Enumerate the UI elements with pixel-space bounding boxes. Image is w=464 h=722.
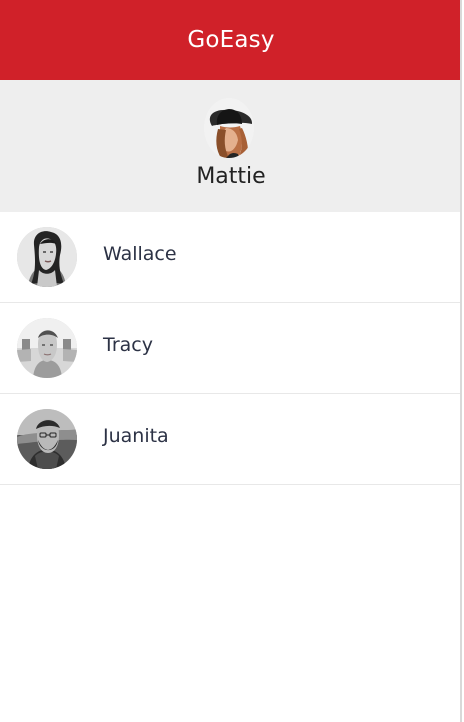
chat-app: GoEasy Mattie Wallace Tracy Juanita (0, 0, 462, 722)
contact-list-item[interactable]: Tracy (0, 303, 462, 394)
hat-woman-avatar-icon (204, 98, 254, 158)
app-title: GoEasy (187, 27, 275, 53)
app-header: GoEasy (0, 0, 462, 80)
current-user-name: Mattie (196, 164, 266, 189)
current-user-panel: Mattie (0, 80, 462, 212)
contact-name: Juanita (103, 425, 169, 447)
tracy-avatar-icon (17, 318, 77, 378)
contact-name: Wallace (103, 243, 177, 265)
current-user-avatar[interactable] (204, 98, 254, 158)
contact-list-item[interactable]: Juanita (0, 394, 462, 485)
contact-list-item[interactable]: Wallace (0, 212, 462, 303)
wallace-avatar-icon (17, 227, 77, 287)
contact-list: Wallace Tracy Juanita (0, 212, 462, 485)
contact-avatar (17, 227, 77, 287)
juanita-avatar-icon (17, 409, 77, 469)
contact-name: Tracy (103, 334, 153, 356)
window-right-edge (460, 0, 462, 722)
contact-avatar (17, 409, 77, 469)
contact-avatar (17, 318, 77, 378)
